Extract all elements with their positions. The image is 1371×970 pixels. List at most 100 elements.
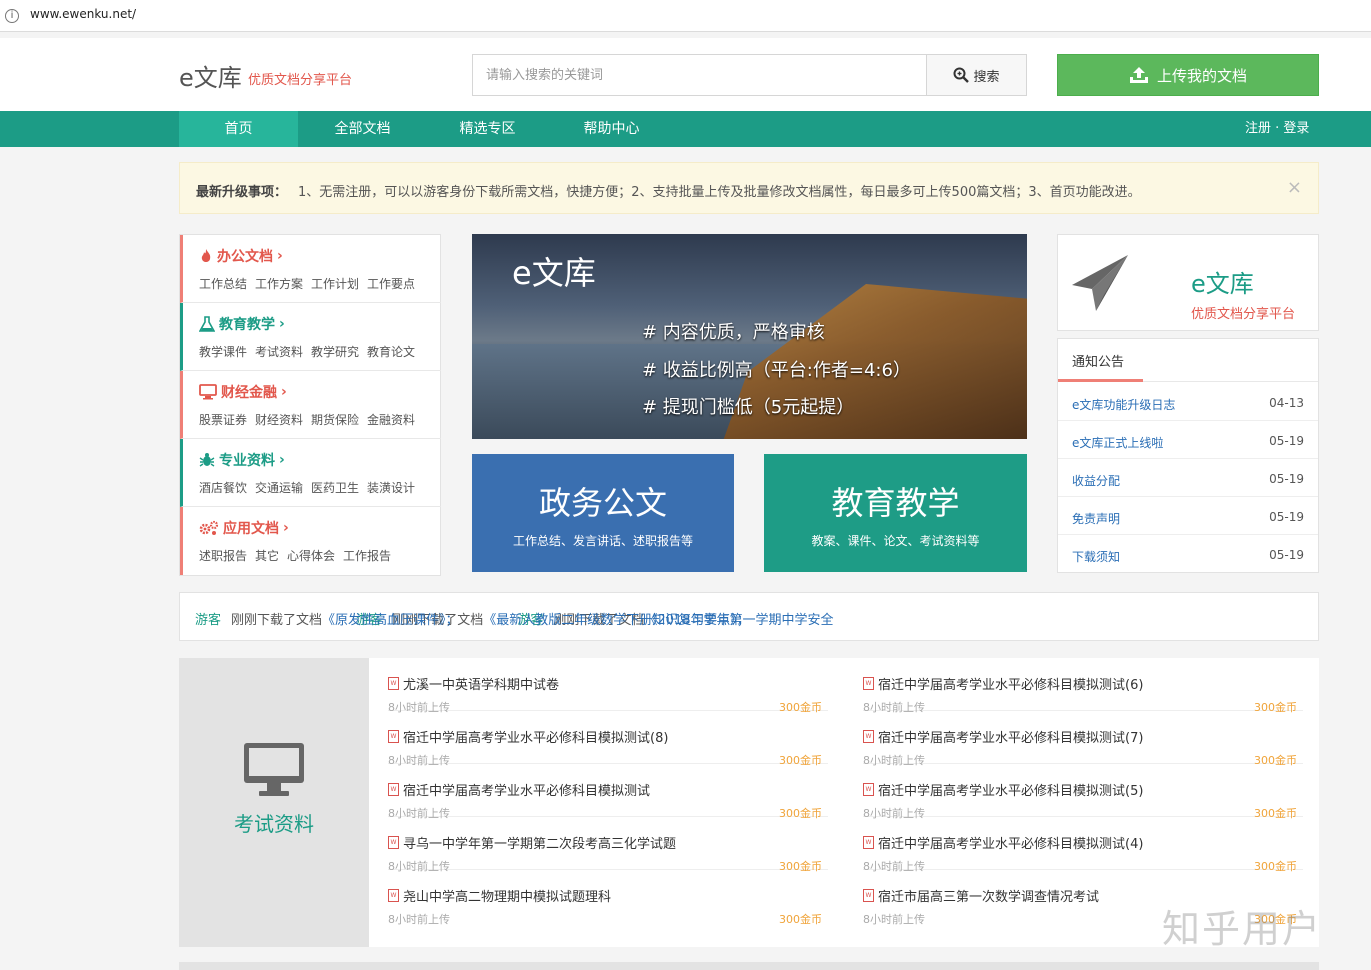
sub-link[interactable]: 金融资料 bbox=[367, 413, 415, 427]
upload-button[interactable]: 上传我的文档 bbox=[1057, 54, 1319, 96]
pdf-icon: W bbox=[388, 836, 399, 849]
doc-title-text: 宿迁中学届高考学业水平必修科目模拟测试(7) bbox=[878, 731, 1144, 746]
category-finance[interactable]: 财经金融 › 股票证券 财经资料 期货保险 金融资料 bbox=[180, 371, 441, 439]
doc-item[interactable]: W 寻乌一中学年第一学期第二次段考高三化学试题 8小时前上传 300金币 bbox=[388, 817, 828, 873]
register-login-link[interactable]: 注册 · 登录 bbox=[1245, 111, 1309, 147]
search-input[interactable] bbox=[473, 55, 928, 95]
category-head[interactable]: 教育教学 › bbox=[199, 314, 285, 334]
sub-link[interactable]: 工作方案 bbox=[255, 277, 303, 291]
doc-title-text: 宿迁中学届高考学业水平必修科目模拟测试 bbox=[403, 784, 651, 799]
announcement-item[interactable]: 下载须知 05-19 bbox=[1058, 535, 1318, 573]
address-url[interactable]: www.ewenku.net/ bbox=[30, 7, 136, 21]
doc-item[interactable]: W 尤溪一中英语学科期中试卷 8小时前上传 300金币 bbox=[388, 658, 828, 714]
sub-link[interactable]: 医药卫生 bbox=[311, 481, 359, 495]
announcement-link[interactable]: 下载须知 bbox=[1072, 548, 1120, 565]
sub-link[interactable]: 教学研究 bbox=[311, 345, 359, 359]
banner-title: e文库 bbox=[512, 254, 596, 292]
category-subs: 工作总结 工作方案 工作计划 工作要点 bbox=[199, 275, 423, 292]
nav-item-help[interactable]: 帮助中心 bbox=[554, 111, 669, 147]
site-slogan: 优质文档分享平台 bbox=[248, 73, 353, 88]
doc-item[interactable]: W 尧山中学高二物理期中模拟试题理科 8小时前上传 300金币 bbox=[388, 870, 828, 926]
doc-title[interactable]: W 尤溪一中英语学科期中试卷 bbox=[388, 674, 559, 693]
doc-title[interactable]: W 尧山中学高二物理期中模拟试题理科 bbox=[388, 886, 611, 905]
sub-link[interactable]: 其它 bbox=[255, 549, 279, 563]
category-head[interactable]: 专业资料 › bbox=[199, 450, 285, 470]
category-education[interactable]: 教育教学 › 教学课件 考试资料 教学研究 教育论文 bbox=[180, 303, 441, 371]
doc-title-text: 寻乌一中学年第一学期第二次段考高三化学试题 bbox=[403, 837, 677, 852]
category-application[interactable]: 应用文档 › 述职报告 其它 心得体会 工作报告 bbox=[180, 507, 441, 575]
sub-link[interactable]: 考试资料 bbox=[255, 345, 303, 359]
banner-line: # 收益比例高（平台:作者=4:6） bbox=[642, 360, 911, 381]
section-sidebar[interactable]: 考试资料 bbox=[179, 658, 369, 947]
doc-title[interactable]: W 宿迁中学届高考学业水平必修科目模拟测试 bbox=[388, 780, 650, 799]
upgrade-notice: 最新升级事项： 1、无需注册，可以以游客身份下载所需文档，快捷方便；2、支持批量… bbox=[179, 162, 1319, 214]
category-subs: 教学课件 考试资料 教学研究 教育论文 bbox=[199, 343, 423, 360]
nav-item-featured[interactable]: 精选专区 bbox=[430, 111, 545, 147]
close-icon[interactable]: × bbox=[1287, 177, 1302, 198]
doc-item[interactable]: W 宿迁中学届高考学业水平必修科目模拟测试(8) 8小时前上传 300金币 bbox=[388, 711, 828, 767]
ticker-doc-link[interactable]: 《2018年学年第一学期中学安全 bbox=[644, 609, 1084, 640]
banner-line: # 内容优质，严格审核 bbox=[642, 322, 825, 343]
nav-item-home[interactable]: 首页 bbox=[179, 111, 298, 147]
sub-link[interactable]: 述职报告 bbox=[199, 549, 247, 563]
tile-government-docs[interactable]: 政务公文 工作总结、发言讲话、述职报告等 bbox=[472, 454, 734, 572]
sub-link[interactable]: 教育论文 bbox=[367, 345, 415, 359]
pdf-icon: W bbox=[863, 677, 874, 690]
doc-item[interactable]: W 宿迁中学届高考学业水平必修科目模拟测试(5) 8小时前上传 300金币 bbox=[863, 764, 1303, 820]
category-professional[interactable]: 专业资料 › 酒店餐饮 交通运输 医药卫生 装潢设计 bbox=[180, 439, 441, 507]
announcement-link[interactable]: 免责声明 bbox=[1072, 510, 1120, 527]
category-office[interactable]: 办公文档 › 工作总结 工作方案 工作计划 工作要点 bbox=[180, 235, 441, 303]
tile-education[interactable]: 教育教学 教案、课件、论文、考试资料等 bbox=[764, 454, 1027, 572]
announcement-item[interactable]: e文库正式上线啦 05-19 bbox=[1058, 421, 1318, 459]
announcement-item[interactable]: e文库功能升级日志 04-13 bbox=[1058, 383, 1318, 421]
doc-title[interactable]: W 宿迁中学届高考学业水平必修科目模拟测试(8) bbox=[388, 727, 668, 746]
sub-link[interactable]: 财经资料 bbox=[255, 413, 303, 427]
category-title: 专业资料 bbox=[219, 453, 275, 469]
sub-link[interactable]: 工作报告 bbox=[343, 549, 391, 563]
pdf-icon: W bbox=[863, 730, 874, 743]
site-header: e文库 优质文档分享平台 搜索 上传我的文档 bbox=[0, 38, 1371, 111]
site-logo[interactable]: e文库 bbox=[179, 58, 242, 93]
announcement-link[interactable]: e文库正式上线啦 bbox=[1072, 434, 1163, 451]
sub-link[interactable]: 股票证券 bbox=[199, 413, 247, 427]
upload-icon bbox=[1129, 67, 1148, 83]
doc-item[interactable]: W 宿迁中学届高考学业水平必修科目模拟测试 8小时前上传 300金币 bbox=[388, 764, 828, 820]
sub-link[interactable]: 酒店餐饮 bbox=[199, 481, 247, 495]
category-title: 教育教学 bbox=[219, 317, 275, 333]
doc-item[interactable]: W 宿迁中学届高考学业水平必修科目模拟测试(4) 8小时前上传 300金币 bbox=[863, 817, 1303, 873]
sub-link[interactable]: 交通运输 bbox=[255, 481, 303, 495]
chevron-right-icon: › bbox=[279, 452, 285, 468]
category-title: 办公文档 bbox=[217, 249, 273, 265]
chevron-right-icon: › bbox=[283, 520, 289, 536]
flame-icon bbox=[201, 249, 211, 262]
sub-link[interactable]: 工作要点 bbox=[367, 277, 415, 291]
sub-link[interactable]: 装潢设计 bbox=[367, 481, 415, 495]
sub-link[interactable]: 工作总结 bbox=[199, 277, 247, 291]
announcement-link[interactable]: e文库功能升级日志 bbox=[1072, 396, 1175, 413]
pdf-icon: W bbox=[863, 836, 874, 849]
doc-title[interactable]: W 宿迁中学届高考学业水平必修科目模拟测试(5) bbox=[863, 780, 1143, 799]
announcement-date: 05-19 bbox=[1269, 510, 1304, 524]
sub-link[interactable]: 期货保险 bbox=[311, 413, 359, 427]
nav-item-all-docs[interactable]: 全部文档 bbox=[305, 111, 420, 147]
search-button[interactable]: 搜索 bbox=[926, 55, 1026, 95]
tab-announcements[interactable]: 通知公告 bbox=[1072, 351, 1124, 370]
doc-title[interactable]: W 宿迁市届高三第一次数学调查情况考试 bbox=[863, 886, 1099, 905]
announcement-item[interactable]: 收益分配 05-19 bbox=[1058, 459, 1318, 497]
doc-item[interactable]: W 宿迁中学届高考学业水平必修科目模拟测试(6) 8小时前上传 300金币 bbox=[863, 658, 1303, 714]
sub-link[interactable]: 心得体会 bbox=[287, 549, 335, 563]
doc-title[interactable]: W 寻乌一中学年第一学期第二次段考高三化学试题 bbox=[388, 833, 676, 852]
doc-title[interactable]: W 宿迁中学届高考学业水平必修科目模拟测试(7) bbox=[863, 727, 1143, 746]
doc-title[interactable]: W 宿迁中学届高考学业水平必修科目模拟测试(6) bbox=[863, 674, 1143, 693]
category-head[interactable]: 财经金融 › bbox=[199, 382, 287, 402]
info-icon[interactable]: i bbox=[5, 9, 19, 23]
category-head[interactable]: 应用文档 › bbox=[199, 518, 289, 538]
doc-item[interactable]: W 宿迁中学届高考学业水平必修科目模拟测试(7) 8小时前上传 300金币 bbox=[863, 711, 1303, 767]
doc-title[interactable]: W 宿迁中学届高考学业水平必修科目模拟测试(4) bbox=[863, 833, 1143, 852]
category-head[interactable]: 办公文档 › bbox=[199, 246, 283, 266]
announcement-link[interactable]: 收益分配 bbox=[1072, 472, 1120, 489]
hero-banner[interactable]: e文库 # 内容优质，严格审核 # 收益比例高（平台:作者=4:6） # 提现门… bbox=[472, 234, 1027, 439]
sub-link[interactable]: 教学课件 bbox=[199, 345, 247, 359]
announcement-item[interactable]: 免责声明 05-19 bbox=[1058, 497, 1318, 535]
sub-link[interactable]: 工作计划 bbox=[311, 277, 359, 291]
